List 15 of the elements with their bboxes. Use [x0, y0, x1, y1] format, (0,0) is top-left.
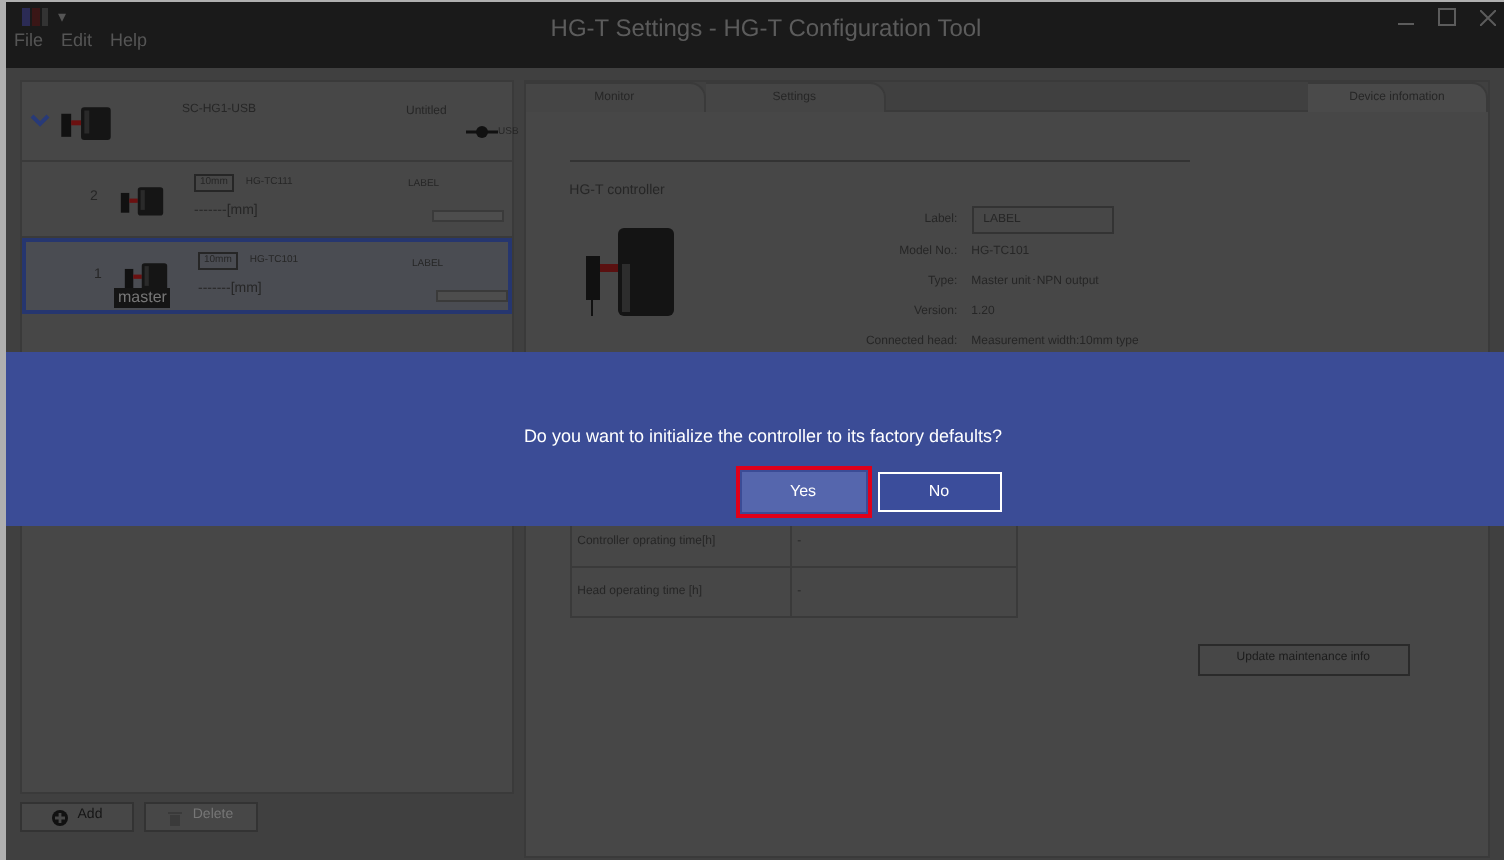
app-logo-icon	[22, 8, 50, 26]
value-field	[436, 290, 508, 302]
no-button[interactable]: No	[877, 471, 1001, 511]
master-tag: master	[114, 288, 171, 308]
plus-icon	[51, 809, 68, 825]
close-icon[interactable]	[1480, 9, 1496, 25]
menu-item[interactable]: Edit	[61, 28, 93, 55]
dialog-message: Do you want to initialize the controller to its factory defaults?	[523, 424, 1003, 450]
dropdown-icon[interactable]: ▾	[58, 9, 66, 25]
menu-item[interactable]: Help	[110, 28, 148, 55]
usb-connector-icon	[466, 126, 498, 138]
menu-item[interactable]: File	[14, 28, 44, 55]
maximize-icon[interactable]	[1438, 8, 1456, 26]
window-title: HG-T Settings - HG-T Configuration Tool	[548, 12, 984, 46]
yes-button[interactable]: Yes	[741, 471, 865, 511]
